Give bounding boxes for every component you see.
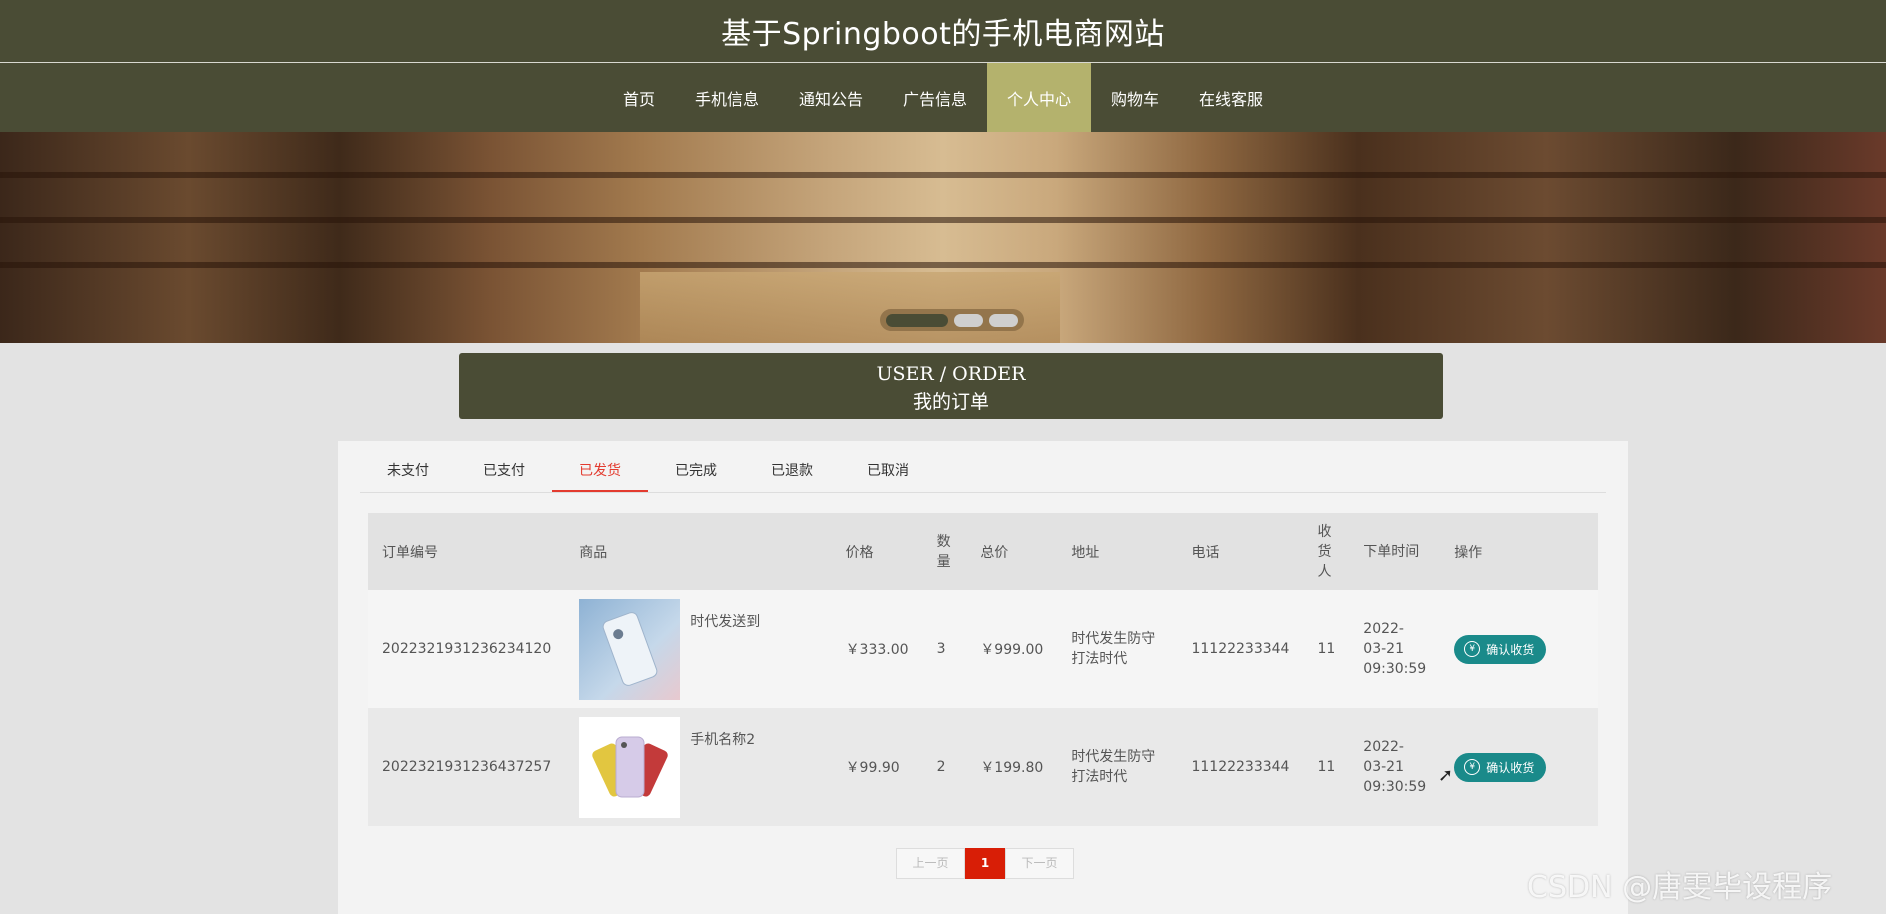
price: ￥99.90 [845, 760, 900, 776]
tab-cancelled[interactable]: 已取消 [840, 451, 936, 492]
yuan-icon: ¥ [1464, 759, 1481, 775]
receiver: 11 [1317, 641, 1336, 657]
action-cell: ¥ 确认收货 [1440, 708, 1598, 826]
nav-item-phones[interactable]: 手机信息 [675, 63, 779, 132]
col-price: 价格 [831, 513, 923, 590]
col-order-no: 订单编号 [368, 513, 566, 590]
site-title: 基于Springboot的手机电商网站 [721, 17, 1165, 52]
product-name[interactable]: 时代发送到 [690, 611, 760, 631]
confirm-receipt-label: 确认收货 [1486, 642, 1535, 657]
action-cell: ¥ 确认收货 [1440, 590, 1598, 708]
col-product: 商品 [565, 513, 832, 590]
carousel-indicators [880, 309, 1024, 331]
total-price: ￥199.80 [980, 760, 1044, 776]
phone-image-icon [592, 736, 668, 798]
nav-item-notices[interactable]: 通知公告 [779, 63, 883, 132]
order-no: 2022321931236437257 [382, 759, 552, 775]
section-title-zh: 我的订单 [912, 391, 989, 413]
phone: 11122233344 [1191, 759, 1290, 775]
total-price: ￥999.00 [980, 642, 1044, 658]
confirm-receipt-button[interactable]: ¥ 确认收货 [1454, 634, 1547, 664]
phone-image-icon [602, 612, 658, 686]
banner-shelf [0, 217, 1886, 223]
product-image[interactable] [579, 598, 681, 700]
nav-item-user-center[interactable]: 个人中心 [987, 63, 1092, 132]
tab-completed[interactable]: 已完成 [648, 451, 744, 492]
address: 时代发生防守打法时代 [1071, 749, 1156, 785]
table-row: 2022321931236437257 手机名称2 ￥99.90 2 ￥199.… [368, 708, 1598, 826]
col-qty: 数量 [922, 513, 967, 590]
address: 时代发生防守打法时代 [1071, 631, 1156, 667]
banner-floor [640, 272, 1060, 343]
nav-item-support[interactable]: 在线客服 [1179, 63, 1283, 132]
col-address: 地址 [1057, 513, 1178, 590]
watermark: CSDN @唐雯毕设程序 [1527, 870, 1833, 905]
tab-refunded[interactable]: 已退款 [744, 451, 840, 492]
carousel-dot-1[interactable] [886, 313, 948, 327]
col-total: 总价 [966, 513, 1058, 590]
table-row: 2022321931236234120 时代发送到 ￥333.00 3 ￥999… [368, 590, 1598, 708]
banner-shelf [0, 172, 1886, 178]
carousel-dot-3[interactable] [989, 313, 1018, 327]
page-number-button[interactable]: 1 [965, 848, 1005, 879]
section-title: USER / ORDER 我的订单 [459, 353, 1443, 419]
phone: 11122233344 [1191, 641, 1290, 657]
nav-item-cart[interactable]: 购物车 [1091, 63, 1179, 132]
orders-panel: 未支付 已支付 已发货 已完成 已退款 已取消 订单编号 商品 价格 数量 总价… [338, 441, 1628, 914]
tab-shipped[interactable]: 已发货 [552, 451, 648, 492]
product-info: 手机名称2 [579, 716, 817, 818]
order-no: 2022321931236234120 [382, 641, 552, 657]
price: ￥333.00 [845, 642, 909, 658]
yuan-icon: ¥ [1464, 641, 1481, 657]
mouse-cursor-icon: ➚ [1438, 765, 1454, 786]
next-page-button[interactable]: 下一页 [1005, 848, 1074, 879]
confirm-receipt-label: 确认收货 [1486, 760, 1535, 775]
order-status-tabs: 未支付 已支付 已发货 已完成 已退款 已取消 [360, 451, 1606, 493]
product-cell: 手机名称2 [565, 708, 831, 826]
col-action: 操作 [1440, 513, 1598, 590]
receiver: 11 [1317, 759, 1336, 775]
tab-paid[interactable]: 已支付 [456, 451, 552, 492]
pagination: 上一页 1 下一页 [896, 848, 1074, 879]
product-info: 时代发送到 [579, 598, 817, 700]
prev-page-button[interactable]: 上一页 [896, 848, 965, 879]
section-title-en: USER / ORDER [876, 363, 1026, 385]
confirm-receipt-button[interactable]: ¥ 确认收货 [1454, 752, 1547, 782]
order-time: 2022-03-21 09:30:59 [1363, 739, 1427, 795]
col-receiver: 收货人 [1303, 513, 1350, 590]
table-header-row: 订单编号 商品 价格 数量 总价 地址 电话 收货人 下单时间 操作 [368, 513, 1598, 590]
col-order-time: 下单时间 [1349, 513, 1441, 590]
product-image[interactable] [579, 716, 681, 818]
quantity: 3 [936, 641, 946, 657]
col-phone: 电话 [1177, 513, 1304, 590]
banner-shelf [0, 262, 1886, 268]
site-header: 基于Springboot的手机电商网站 [0, 0, 1886, 63]
main-nav: 首页 手机信息 通知公告 广告信息 个人中心 购物车 在线客服 [0, 63, 1886, 132]
order-time: 2022-03-21 09:30:59 [1363, 621, 1427, 677]
tab-unpaid[interactable]: 未支付 [360, 451, 456, 492]
product-cell: 时代发送到 [565, 590, 831, 708]
product-name[interactable]: 手机名称2 [690, 729, 755, 749]
quantity: 2 [936, 759, 946, 775]
orders-table: 订单编号 商品 价格 数量 总价 地址 电话 收货人 下单时间 操作 20223… [368, 513, 1598, 826]
carousel-dot-2[interactable] [954, 313, 983, 327]
nav-item-home[interactable]: 首页 [603, 63, 675, 132]
nav-item-ads[interactable]: 广告信息 [883, 63, 987, 132]
